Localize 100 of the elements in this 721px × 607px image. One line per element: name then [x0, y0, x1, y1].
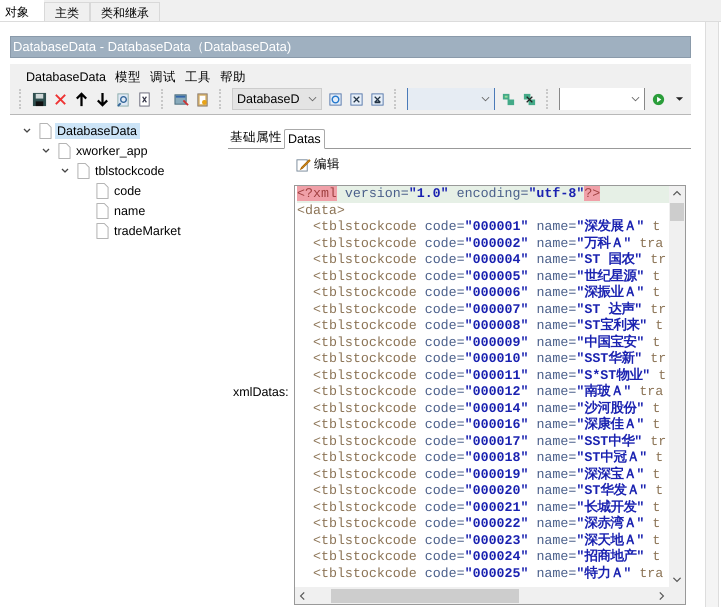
xml-tag: <tblstockcode — [313, 236, 417, 250]
attribute-name: t — [652, 532, 660, 548]
attribute-name: version= — [344, 186, 409, 201]
attribute-value: "000008" — [464, 318, 528, 333]
attribute-name: tr — [650, 302, 666, 316]
tab[interactable]: Datas — [284, 129, 325, 149]
edit-icon[interactable] — [296, 156, 311, 172]
dropdown-arrow-icon[interactable] — [675, 96, 684, 102]
search-icon[interactable] — [116, 92, 131, 106]
attribute-name: tr — [650, 252, 666, 267]
attribute-name: name= — [536, 532, 576, 548]
delete-icon[interactable] — [53, 92, 68, 106]
attribute-value: "000005" — [464, 268, 528, 284]
edit-button[interactable]: 编辑 — [296, 156, 340, 172]
attribute-name: code= — [424, 252, 465, 267]
window-icon[interactable] — [174, 92, 189, 106]
xml-tag: <tblstockcode — [313, 549, 417, 564]
menu-item[interactable]: 调试 — [150, 68, 176, 86]
caret-icon[interactable] — [631, 96, 640, 102]
attribute-name: t — [652, 500, 660, 514]
tab[interactable]: 主类 — [44, 2, 90, 21]
attribute-value: "000018" — [464, 450, 528, 465]
tree-item[interactable]: DatabaseData — [55, 123, 140, 139]
document-icon[interactable] — [349, 92, 364, 106]
attribute-name: tr — [650, 434, 666, 448]
attribute-value: "长城开发" — [576, 500, 644, 514]
tree-item[interactable]: name — [112, 203, 148, 219]
tab[interactable]: 对象 — [0, 0, 44, 21]
tree-item[interactable]: code — [112, 183, 144, 199]
attribute-name: t — [652, 285, 660, 300]
tree-item[interactable]: tblstockcode — [93, 163, 168, 179]
attribute-name: code= — [424, 285, 465, 300]
attribute-value: "SST华新" — [576, 351, 642, 366]
attribute-value: "000024" — [464, 549, 528, 564]
attribute-name: name= — [536, 268, 576, 284]
scrollbar[interactable] — [669, 186, 685, 587]
scrollbar-thumb[interactable] — [331, 588, 519, 602]
attribute-value: "中国宝安" — [576, 334, 644, 350]
attribute-name: t — [655, 450, 664, 465]
attribute-name: t — [652, 400, 660, 416]
attribute-name: code= — [424, 318, 465, 333]
attribute-name: t — [655, 318, 664, 333]
attribute-value: "000019" — [464, 466, 528, 482]
attribute-value: "S*ST物业" — [576, 368, 650, 382]
attribute-value: "000020" — [464, 483, 528, 498]
attribute-value: "深振业Ａ" — [576, 285, 644, 300]
attribute-name: tra — [639, 236, 664, 250]
document-icon[interactable] — [370, 92, 385, 106]
tab[interactable]: 基础属性 — [228, 127, 284, 148]
tab[interactable]: 类和继承 — [90, 2, 160, 21]
scrollbar[interactable] — [705, 22, 719, 607]
attribute-name: code= — [424, 566, 465, 580]
scrollbar[interactable] — [295, 587, 685, 604]
attribute-name: code= — [424, 500, 465, 514]
attribute-name: code= — [424, 236, 465, 250]
menu-item[interactable]: DatabaseData — [26, 70, 106, 84]
dropdown[interactable] — [559, 88, 645, 110]
tree-item[interactable]: xworker_app — [74, 143, 151, 159]
xml-editor[interactable] — [294, 185, 686, 605]
attribute-name: t — [652, 417, 660, 432]
arrow-down-icon[interactable] — [95, 92, 110, 106]
dropdown[interactable] — [407, 88, 495, 110]
file-icon — [96, 203, 109, 219]
attribute-value: "000012" — [464, 384, 528, 399]
caret-icon[interactable] — [308, 96, 317, 102]
caret-icon[interactable] — [481, 96, 490, 102]
file-icon — [96, 183, 109, 199]
xml-tag: <tblstockcode — [313, 400, 417, 416]
attribute-value: "1.0" — [408, 186, 449, 201]
attribute-name: name= — [536, 434, 576, 448]
menu-item[interactable]: 工具 — [184, 68, 211, 86]
xml-tag: <tblstockcode — [313, 252, 417, 267]
attribute-value: "000007" — [464, 302, 528, 316]
attribute-name: code= — [424, 334, 465, 350]
attribute-name: name= — [536, 500, 576, 514]
model-dropdown[interactable]: DatabaseD — [232, 88, 322, 110]
attribute-name: name= — [536, 400, 576, 416]
tree-item[interactable]: tradeMarket — [112, 223, 184, 239]
save-icon[interactable] — [32, 92, 47, 106]
arrow-up-icon[interactable] — [74, 92, 89, 106]
scrollbar-thumb[interactable] — [670, 203, 684, 221]
attribute-name: t — [652, 219, 660, 234]
attribute-name: name= — [536, 285, 576, 300]
xml-tag: <tblstockcode — [313, 334, 417, 350]
attribute-value: "ST 达声" — [576, 302, 642, 316]
attribute-name: code= — [424, 351, 465, 366]
document-icon[interactable] — [137, 92, 152, 106]
attribute-name: code= — [424, 483, 465, 498]
play-icon[interactable] — [651, 92, 666, 106]
attribute-name: name= — [536, 219, 576, 234]
attribute-value: "000022" — [464, 516, 528, 531]
menu-item[interactable]: 模型 — [114, 68, 141, 86]
attribute-value: "招商地产" — [576, 549, 644, 564]
attribute-value: "000025" — [464, 566, 528, 580]
attribute-value: "utf-8" — [528, 186, 584, 201]
attribute-value: "000006" — [464, 285, 528, 300]
menu-item[interactable]: 帮助 — [220, 68, 246, 86]
attribute-value: "000002" — [464, 236, 528, 250]
attribute-value: "深深宝Ａ" — [576, 466, 644, 482]
clipboard-icon[interactable] — [195, 92, 210, 106]
